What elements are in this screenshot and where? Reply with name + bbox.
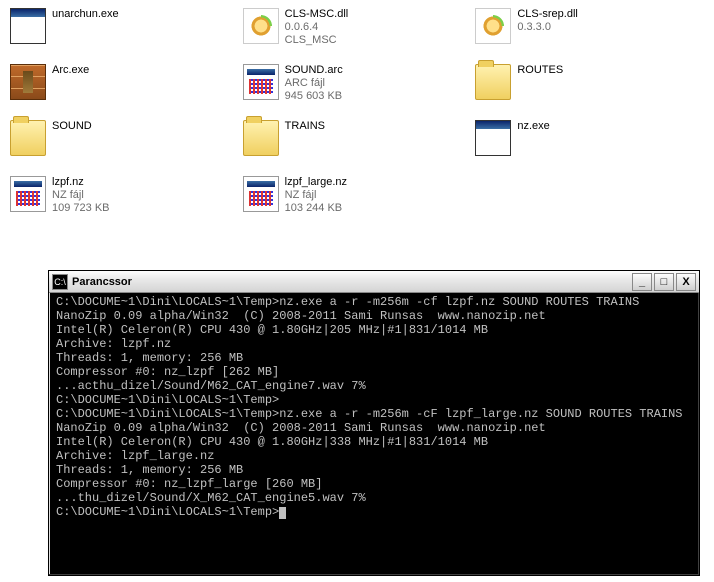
maximize-icon: □ [661, 276, 668, 288]
window-buttons: _ □ X [632, 273, 696, 291]
terminal-text: C:\DOCUME~1\Dini\LOCALS~1\Temp>nz.exe a … [56, 295, 692, 519]
file-item[interactable]: CLS-srep.dll0.3.3.0 [473, 6, 706, 54]
file-meta: CLS_MSC [285, 34, 349, 47]
file-grid: unarchun.exeCLS-MSC.dll0.0.6.4CLS_MSCCLS… [8, 6, 706, 222]
file-item[interactable]: ROUTES [473, 62, 706, 110]
file-item[interactable]: CLS-MSC.dll0.0.6.4CLS_MSC [241, 6, 474, 54]
minimize-icon: _ [639, 276, 645, 288]
file-meta: 0.3.3.0 [517, 21, 578, 34]
bin-icon [243, 64, 279, 100]
file-meta: NZ fájl [52, 189, 110, 202]
terminal-output[interactable]: C:\DOCUME~1\Dini\LOCALS~1\Temp>nz.exe a … [52, 293, 696, 572]
file-name: SOUND [52, 120, 92, 133]
file-label: nz.exe [517, 120, 549, 133]
bin-icon [243, 176, 279, 212]
window-title: Parancssor [72, 276, 632, 288]
cmd-icon: C:\ [52, 274, 68, 290]
file-item[interactable]: lzpf_large.nzNZ fájl103 244 KB [241, 174, 474, 222]
file-item[interactable]: SOUND.arcARC fájl945 603 KB [241, 62, 474, 110]
folder-icon [10, 120, 46, 156]
file-meta: ARC fájl [285, 77, 343, 90]
close-icon: X [682, 276, 689, 288]
file-name: unarchun.exe [52, 8, 119, 21]
dll-icon [475, 8, 511, 44]
file-label: CLS-MSC.dll0.0.6.4CLS_MSC [285, 8, 349, 47]
command-prompt-window[interactable]: C:\ Parancssor _ □ X C:\DOCUME~1\Dini\LO… [48, 270, 700, 576]
file-meta: NZ fájl [285, 189, 347, 202]
file-meta: 0.0.6.4 [285, 21, 349, 34]
folder-icon [475, 64, 511, 100]
file-label: Arc.exe [52, 64, 89, 77]
file-explorer-area: unarchun.exeCLS-MSC.dll0.0.6.4CLS_MSCCLS… [0, 0, 714, 222]
file-item[interactable]: nz.exe [473, 118, 706, 166]
file-item[interactable]: unarchun.exe [8, 6, 241, 54]
file-label: SOUND [52, 120, 92, 133]
file-label: ROUTES [517, 64, 563, 77]
file-item[interactable]: lzpf.nzNZ fájl109 723 KB [8, 174, 241, 222]
file-item[interactable]: Arc.exe [8, 62, 241, 110]
file-name: lzpf.nz [52, 176, 110, 189]
file-item[interactable]: SOUND [8, 118, 241, 166]
exe-icon [10, 8, 46, 44]
folder-icon [243, 120, 279, 156]
file-name: CLS-srep.dll [517, 8, 578, 21]
file-name: CLS-MSC.dll [285, 8, 349, 21]
file-label: CLS-srep.dll0.3.3.0 [517, 8, 578, 34]
close-button[interactable]: X [676, 273, 696, 291]
file-name: ROUTES [517, 64, 563, 77]
file-item[interactable]: TRAINS [241, 118, 474, 166]
file-name: lzpf_large.nz [285, 176, 347, 189]
file-name: nz.exe [517, 120, 549, 133]
file-label: lzpf_large.nzNZ fájl103 244 KB [285, 176, 347, 215]
exe-icon [475, 120, 511, 156]
file-label: unarchun.exe [52, 8, 119, 21]
file-label: TRAINS [285, 120, 325, 133]
file-label: lzpf.nzNZ fájl109 723 KB [52, 176, 110, 215]
file-name: SOUND.arc [285, 64, 343, 77]
cursor [279, 507, 286, 519]
file-name: TRAINS [285, 120, 325, 133]
minimize-button[interactable]: _ [632, 273, 652, 291]
file-meta: 103 244 KB [285, 202, 347, 215]
titlebar[interactable]: C:\ Parancssor _ □ X [49, 271, 699, 293]
file-label: SOUND.arcARC fájl945 603 KB [285, 64, 343, 103]
file-name: Arc.exe [52, 64, 89, 77]
file-meta: 109 723 KB [52, 202, 110, 215]
dll-icon [243, 8, 279, 44]
bin-icon [10, 176, 46, 212]
maximize-button[interactable]: □ [654, 273, 674, 291]
file-meta: 945 603 KB [285, 90, 343, 103]
arc-icon [10, 64, 46, 100]
